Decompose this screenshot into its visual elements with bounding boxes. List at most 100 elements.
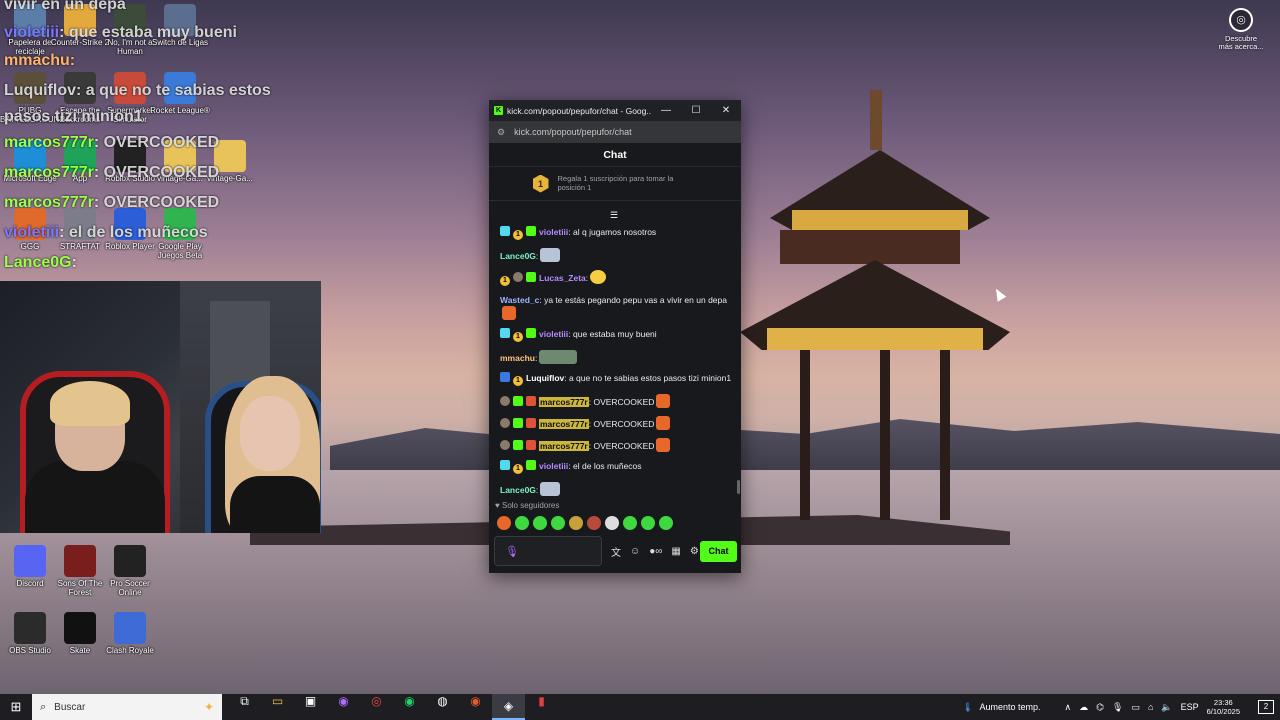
gear-icon[interactable]: ⚙: [690, 546, 699, 557]
notification-icon[interactable]: 2: [1258, 700, 1274, 714]
desktop-icon-label: Rocket League®: [150, 106, 210, 115]
battery-icon[interactable]: ▭: [1131, 702, 1140, 713]
network-icon[interactable]: ⌂: [1148, 702, 1153, 712]
overlay-line: Luquiflov: a que no te sabias estos: [4, 82, 271, 100]
app-icon[interactable]: ◉: [459, 694, 492, 720]
weather-widget[interactable]: 🌡 Aumento temp.: [962, 702, 1040, 713]
gift-icon[interactable]: ▦: [671, 546, 680, 557]
emote-icon[interactable]: [540, 248, 561, 262]
site-settings-icon[interactable]: ⚙: [497, 127, 505, 138]
chat-username[interactable]: violetiii: [539, 227, 568, 237]
mic-icon[interactable]: 🎙: [1112, 702, 1123, 713]
emote-2[interactable]: [515, 516, 529, 530]
chat-username[interactable]: mmachu: [500, 353, 535, 363]
emote-icon[interactable]: [540, 482, 561, 496]
emote-icon[interactable]: [539, 350, 578, 364]
window-titlebar[interactable]: K kick.com/popout/pepufor/chat - Goog...…: [489, 100, 741, 121]
obs-icon[interactable]: ◍: [426, 694, 459, 720]
chat-message[interactable]: marcos777r: OVERCOOKED: [500, 394, 733, 408]
desktop-icon[interactable]: Pro Soccer Online: [100, 545, 160, 597]
emote-7[interactable]: [605, 516, 619, 530]
users-icon[interactable]: ●∞: [649, 546, 662, 557]
spotify-icon[interactable]: ◉: [393, 694, 426, 720]
chat-message[interactable]: Lance0G:: [500, 482, 733, 496]
chat-message[interactable]: 1 violetiii: el de los muñecos: [500, 460, 733, 474]
send-chat-button[interactable]: Chat: [700, 540, 737, 562]
chat-message[interactable]: 1 violetiii: que estaba muy bueni: [500, 328, 733, 342]
chat-message[interactable]: 1 Lucas_Zeta:: [500, 270, 733, 286]
chat-message[interactable]: 1 Luquiflov: a que no te sabias estos pas…: [500, 372, 733, 386]
overlay-line: marcos777r: OVERCOOKED: [4, 164, 219, 182]
chat-username[interactable]: Wasted_c: [500, 295, 539, 305]
chat-username[interactable]: marcos777r: [539, 441, 589, 451]
close-button[interactable]: ✕: [711, 105, 741, 116]
quick-emote-row[interactable]: [497, 516, 673, 530]
weather-text: Aumento temp.: [979, 702, 1041, 712]
emoji-icon[interactable]: ☺: [630, 546, 640, 557]
chat-username[interactable]: Lance0G: [500, 485, 536, 495]
chat-username[interactable]: marcos777r: [539, 397, 589, 407]
store-icon[interactable]: ▣: [294, 694, 327, 720]
task-view-icon[interactable]: ⧉: [228, 694, 261, 720]
chat-username[interactable]: Luquiflov: [526, 373, 564, 383]
emote-10[interactable]: [659, 516, 673, 530]
emote-8[interactable]: [623, 516, 637, 530]
chat-username[interactable]: violetiii: [539, 461, 568, 471]
minimize-button[interactable]: —: [651, 105, 681, 116]
chat-message[interactable]: Wasted_c: ya te estás pegando pepu vas a…: [500, 294, 733, 320]
desktop-icon[interactable]: Clash Royale: [100, 612, 160, 655]
chat-username[interactable]: Lucas_Zeta: [539, 273, 586, 283]
taskbar-search[interactable]: ⌕ Buscar ✦: [32, 694, 222, 720]
emote-icon[interactable]: [656, 394, 671, 408]
chat-username[interactable]: Lance0G: [500, 251, 536, 261]
mod-badge-icon: [513, 272, 523, 282]
gift-badge-icon: 1: [513, 376, 523, 386]
chat-username[interactable]: marcos777r: [539, 419, 589, 429]
pinned-gift-banner[interactable]: 1 Regala 1 suscripción para tomar la pos…: [489, 167, 741, 201]
emote-5[interactable]: [569, 516, 583, 530]
steam-icon[interactable]: ◈: [492, 694, 525, 720]
emote-4[interactable]: [551, 516, 565, 530]
copilot-icon[interactable]: ✦: [204, 700, 214, 714]
language-indicator[interactable]: ESP: [1181, 702, 1199, 712]
chat-message[interactable]: mmachu:: [500, 350, 733, 364]
chat-username[interactable]: violetiii: [539, 329, 568, 339]
desktop-icon-label: Clash Royale: [106, 646, 154, 655]
chat-message[interactable]: marcos777r: OVERCOOKED: [500, 438, 733, 452]
windows-start-icon[interactable]: ⊞: [0, 699, 32, 715]
chrome-icon[interactable]: ◎: [360, 694, 393, 720]
clock[interactable]: 23:36 6/10/2025: [1207, 698, 1240, 716]
emote-icon[interactable]: [502, 306, 516, 320]
emote-icon[interactable]: [590, 270, 607, 284]
microphone-icon[interactable]: 🎙: [505, 545, 519, 558]
mod-badge-icon: [500, 440, 510, 450]
chat-popout-window[interactable]: K kick.com/popout/pepufor/chat - Goog...…: [489, 100, 741, 573]
emote-1[interactable]: [497, 516, 511, 530]
maximize-button[interactable]: ☐: [681, 105, 711, 116]
emote-icon[interactable]: [656, 438, 671, 452]
cloud-icon[interactable]: ☁: [1079, 702, 1088, 713]
translate-icon[interactable]: 文: [611, 544, 621, 559]
emote-icon[interactable]: [656, 416, 671, 430]
chat-message[interactable]: 1 violetiii: al q jugamos nosotros: [500, 226, 733, 240]
chat-message[interactable]: marcos777r: OVERCOOKED: [500, 416, 733, 430]
chat-scrollbar[interactable]: [737, 480, 740, 494]
chat-message[interactable]: Lance0G:: [500, 248, 733, 262]
emote-6[interactable]: [587, 516, 601, 530]
messenger-icon[interactable]: ◉: [327, 694, 360, 720]
emote-3[interactable]: [533, 516, 547, 530]
game-icon[interactable]: ▮: [525, 694, 558, 720]
chat-input[interactable]: 🎙: [494, 536, 602, 566]
chat-messages[interactable]: 1 violetiii: al q jugamos nosotros Lance0G…: [489, 218, 741, 496]
chat-text: : OVERCOOKED: [588, 397, 655, 407]
discover-widget[interactable]: ◎ Descubre más acerca...: [1218, 8, 1264, 51]
skate-icon: [64, 612, 96, 644]
thermometer-icon: 🌡: [962, 701, 974, 712]
volume-icon[interactable]: 🔈: [1161, 702, 1172, 713]
chevron-up-icon[interactable]: ∧: [1065, 702, 1072, 713]
vpn-icon[interactable]: ⌬: [1096, 702, 1104, 713]
file-explorer-icon[interactable]: ▭: [261, 694, 294, 720]
desktop-icon-label: Google Play Juegos Beta: [157, 242, 203, 260]
emote-9[interactable]: [641, 516, 655, 530]
address-bar[interactable]: ⚙ kick.com/popout/pepufor/chat: [489, 121, 741, 143]
